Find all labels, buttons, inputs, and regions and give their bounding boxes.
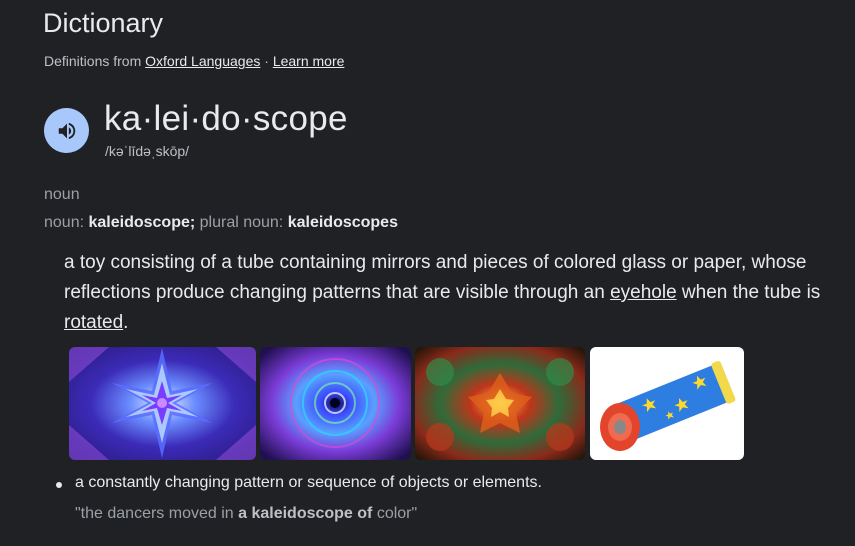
kaleidoscope-toy-image[interactable] xyxy=(590,347,744,460)
example-open: "the dancers moved in xyxy=(75,505,239,522)
source-line: Definitions from Oxford Languages · Lear… xyxy=(44,53,344,69)
definition-primary: a toy consisting of a tube containing mi… xyxy=(64,248,839,338)
pronunciation-play-button[interactable] xyxy=(44,108,89,153)
speaker-icon xyxy=(58,122,75,139)
eyehole-link[interactable]: eyehole xyxy=(610,282,677,303)
rotated-link[interactable]: rotated xyxy=(64,312,123,333)
dictionary-panel: Dictionary Definitions from Oxford Langu… xyxy=(0,0,855,546)
forms-value-singular: kaleidoscope; xyxy=(88,214,196,231)
source-prefix: Definitions from xyxy=(44,53,146,69)
forms-value-plural: kaleidoscopes xyxy=(287,214,398,231)
oxford-languages-link[interactable]: Oxford Languages xyxy=(145,53,260,69)
forms-label-plural: plural noun: xyxy=(195,214,288,231)
usage-example: "the dancers moved in a kaleidoscope of … xyxy=(75,505,417,523)
source-separator: · xyxy=(260,53,273,69)
kaleidoscope-star-image[interactable] xyxy=(69,347,256,460)
part-of-speech: noun xyxy=(44,186,80,203)
headword: ka·lei·do·scope xyxy=(104,99,348,138)
kaleidoscope-mandala-image[interactable] xyxy=(260,347,411,460)
definition-secondary-text: a constantly changing pattern or sequenc… xyxy=(75,474,542,491)
example-highlight: a kaleidoscope of xyxy=(238,505,373,522)
forms-label-noun: noun: xyxy=(44,214,89,231)
word-forms: noun: kaleidoscope; plural noun: kaleido… xyxy=(44,214,398,232)
phonetic-spelling: /kəˈlīdəˌskōp/ xyxy=(105,143,190,159)
dictionary-title: Dictionary xyxy=(43,8,164,38)
learn-more-link[interactable]: Learn more xyxy=(273,53,345,69)
definition-text-end: . xyxy=(123,312,129,333)
kaleidoscope-colorful-image[interactable] xyxy=(415,347,585,460)
definition-text-middle: when the tube is xyxy=(676,282,821,303)
bullet-marker xyxy=(56,482,62,488)
example-close: color" xyxy=(372,505,418,522)
